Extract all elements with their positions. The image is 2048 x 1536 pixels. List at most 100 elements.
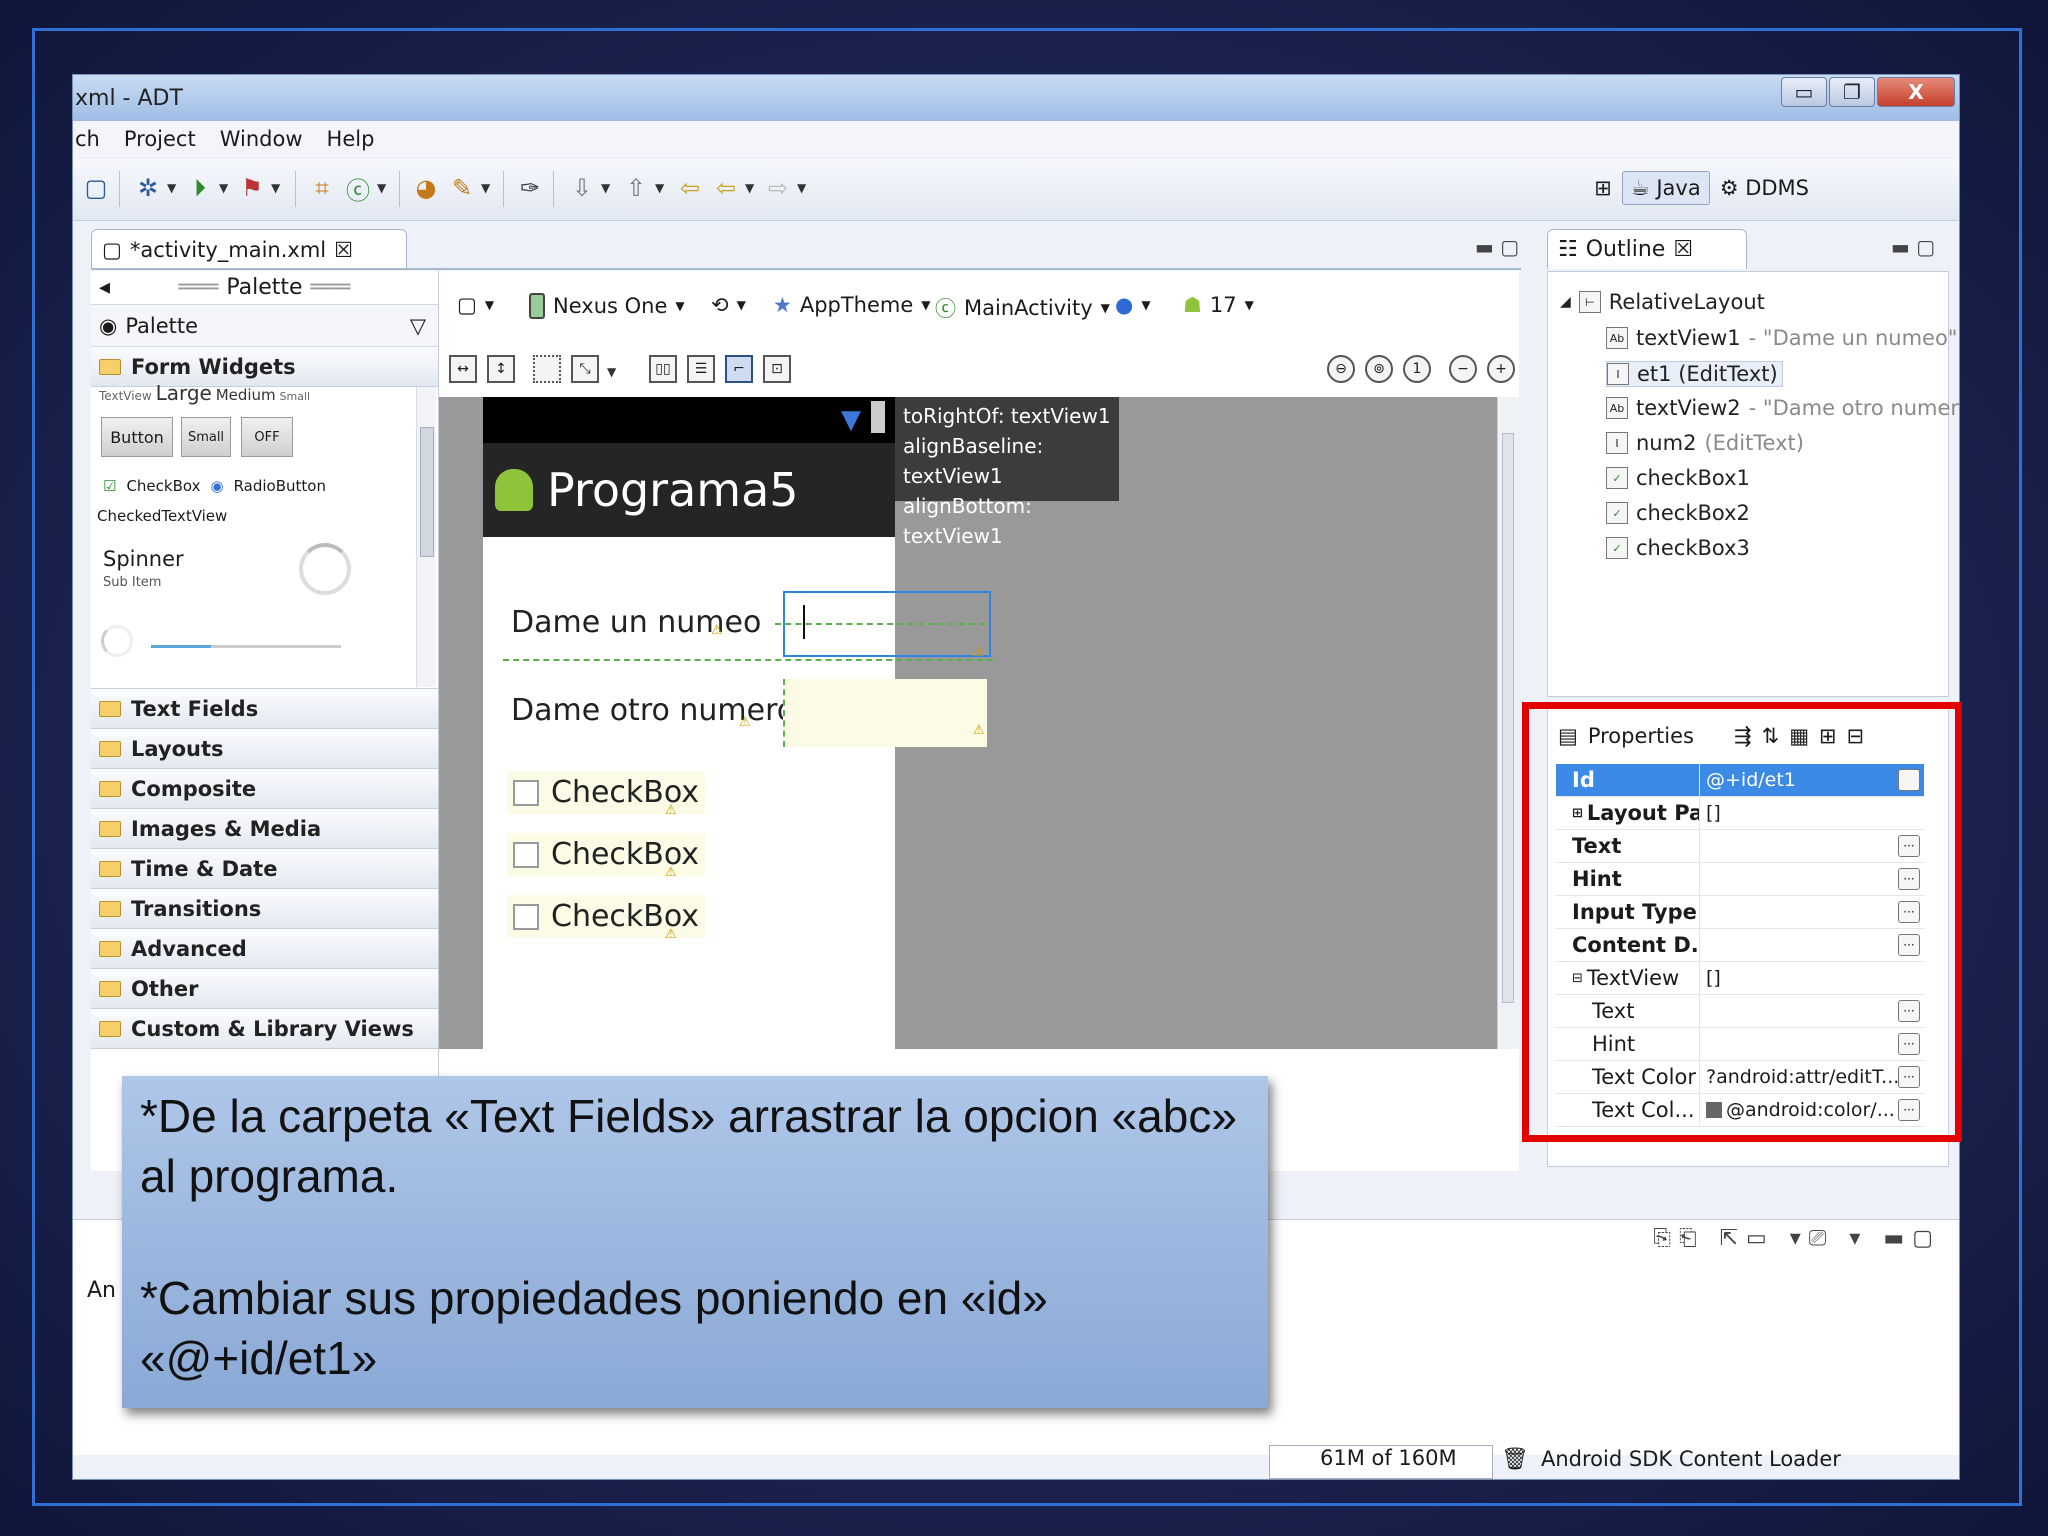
theme-dropdown[interactable]: ★ AppTheme ▼ [773, 293, 931, 317]
palette-folder-images-media[interactable]: Images & Media [91, 809, 438, 849]
preview-textview1[interactable]: Dame un numeo [511, 605, 761, 640]
canvas-scrollbar[interactable] [1497, 397, 1519, 1049]
activity-dropdown[interactable]: ⓒ MainActivity ▼ [935, 293, 1110, 323]
chevron-down-icon[interactable]: ▼ [601, 181, 610, 195]
console-toolbar-icons[interactable]: ⎘⎗ ⇱▭ ▾⎚ ▾ ▬▢ [1653, 1226, 1941, 1251]
widget-toggle-button[interactable]: OFF [241, 417, 293, 457]
outline-node-textview1[interactable]: Ab textView1 - "Dame un numeo" [1606, 326, 1957, 350]
api-level-dropdown[interactable]: ☗ 17 ▼ [1183, 293, 1254, 317]
distribute-horizontal-icon[interactable]: ▯▯ [649, 355, 677, 383]
fill-width-icon[interactable]: ↔ [449, 355, 477, 383]
chevron-down-icon[interactable]: ▼ [797, 181, 806, 195]
memory-indicator[interactable]: 61M of 160M [1269, 1445, 1493, 1479]
editor-tab-activity-main[interactable]: ▢ *activity_main.xml ☒ [91, 229, 407, 269]
chevron-down-icon[interactable]: ▼ [745, 181, 754, 195]
debug-icon[interactable]: ✲ [133, 173, 163, 203]
canvas-scroll-thumb[interactable] [1502, 433, 1514, 1003]
outline-node-checkbox2[interactable]: ✓ checkBox2 [1606, 501, 1750, 525]
outline-node-textview2[interactable]: Ab textView2 - "Dame otro numero" [1606, 396, 1959, 420]
menu-window[interactable]: Window [220, 127, 303, 151]
zoom-real-icon[interactable]: ⊚ [1365, 355, 1393, 383]
chevron-down-icon[interactable]: ▼ [655, 181, 664, 195]
minimize-button[interactable]: ▭ [1781, 77, 1827, 107]
zoom-fit-icon[interactable]: ⊖ [1327, 355, 1355, 383]
preview-edittext-num2[interactable] [783, 679, 987, 747]
chevron-down-icon[interactable]: ▼ [607, 365, 616, 379]
outline-node-checkbox1[interactable]: ✓ checkBox1 [1606, 466, 1750, 490]
chevron-down-icon[interactable]: ▽ [410, 314, 426, 338]
distribute-vertical-icon[interactable]: ☰ [687, 355, 715, 383]
config-file-dropdown[interactable]: ▢ ▼ [457, 293, 494, 317]
fill-height-icon[interactable]: ↕ [487, 355, 515, 383]
perspective-java[interactable]: ☕ Java [1621, 171, 1710, 205]
outline-node-root[interactable]: ◢ ⊢ RelativeLayout [1560, 290, 1765, 314]
outline-node-et1[interactable]: Iet1 (EditText) [1606, 361, 1783, 387]
widget-button[interactable]: Button [101, 417, 173, 457]
new-file-icon[interactable]: ▢ [81, 173, 111, 203]
close-button[interactable]: X [1877, 77, 1955, 107]
close-tab-icon[interactable]: ☒ [334, 238, 353, 262]
palette-folder-time-date[interactable]: Time & Date [91, 849, 438, 889]
outline-node-num2[interactable]: Inum2 (EditText) [1606, 431, 1804, 455]
open-type-icon[interactable]: ◕ [411, 173, 441, 203]
device-dropdown[interactable]: Nexus One ▼ [529, 293, 685, 319]
orientation-dropdown[interactable]: ⟲ ▼ [711, 293, 746, 317]
next-annotation-icon[interactable]: ⇩ [567, 173, 597, 203]
chevron-down-icon[interactable]: ▼ [481, 181, 490, 195]
locale-dropdown[interactable]: ● ▼ [1115, 293, 1151, 317]
prev-annotation-icon[interactable]: ⇧ [621, 173, 651, 203]
external-tools-icon[interactable]: ⚑ [237, 173, 267, 203]
palette-scrollbar[interactable] [416, 387, 436, 687]
widget-small-button[interactable]: Small [181, 417, 231, 457]
new-package-icon[interactable]: ⌗ [307, 173, 337, 203]
palette-folder-advanced[interactable]: Advanced [91, 929, 438, 969]
minimize-view-icon[interactable]: ▬ ▢ [1475, 235, 1519, 259]
last-edit-icon[interactable]: ⇦ [675, 173, 705, 203]
widget-checkbox-radio[interactable]: ☑ CheckBox ◉ RadioButton [103, 477, 326, 495]
chevron-down-icon[interactable]: ▼ [219, 181, 228, 195]
close-tab-icon[interactable]: ☒ [1673, 237, 1693, 262]
menu-help[interactable]: Help [327, 127, 375, 151]
menu-project[interactable]: Project [124, 127, 196, 151]
chevron-down-icon[interactable]: ▼ [271, 181, 280, 195]
console-tab-label[interactable]: An [87, 1278, 116, 1303]
palette-folder-text-fields[interactable]: Text Fields [91, 689, 438, 729]
widget-textview-sizes[interactable]: TextView Large Medium Small [99, 381, 310, 405]
outline-tab[interactable]: ☷ Outline ☒ [1547, 229, 1747, 269]
minimize-view-icon[interactable]: ▬ ▢ [1891, 235, 1935, 259]
palette-folder-transitions[interactable]: Transitions [91, 889, 438, 929]
trash-icon[interactable]: 🗑 [1501, 1447, 1529, 1472]
zoom-out-icon[interactable]: − [1449, 355, 1477, 383]
toggle-preview-icon[interactable]: ⊡ [763, 355, 791, 383]
forward-icon[interactable]: ⇨ [763, 173, 793, 203]
widget-progress-small[interactable] [101, 625, 133, 657]
back-icon[interactable]: ⇦ [711, 173, 741, 203]
select-margins-icon[interactable] [533, 355, 561, 383]
palette-folder-composite[interactable]: Composite [91, 769, 438, 809]
preview-textview2[interactable]: Dame otro numero [511, 693, 795, 728]
widget-progress-horizontal[interactable] [151, 645, 341, 648]
chevron-down-icon[interactable]: ▼ [377, 181, 386, 195]
zoom-in-icon[interactable]: + [1487, 355, 1515, 383]
maximize-button[interactable]: ❐ [1829, 77, 1875, 107]
pin-icon[interactable]: ✑ [515, 173, 545, 203]
run-icon[interactable]: ⏵ [185, 173, 215, 203]
widget-spinner[interactable]: Spinner [103, 547, 184, 571]
palette-folder-other[interactable]: Other [91, 969, 438, 1009]
open-perspective-icon[interactable]: ⊞ [1594, 176, 1612, 200]
collapse-arrow-icon[interactable]: ◂ [99, 275, 110, 300]
widget-progress-large[interactable] [299, 543, 351, 595]
search-icon[interactable]: ✎ [447, 173, 477, 203]
perspective-ddms[interactable]: ⚙ DDMS [1720, 176, 1809, 200]
palette-scroll-thumb[interactable] [420, 427, 434, 557]
palette-folder-layouts[interactable]: Layouts [91, 729, 438, 769]
outline-node-checkbox3[interactable]: ✓ checkBox3 [1606, 536, 1750, 560]
toggle-snap-icon[interactable]: ⌐ [725, 355, 753, 383]
palette-selector[interactable]: ◉ Palette ▽ [91, 305, 438, 347]
menu-search[interactable]: ch [75, 127, 100, 151]
design-canvas[interactable]: ▼ Programa5 Dame un numeo Dame otro nume… [439, 397, 1519, 1049]
gravity-icon[interactable]: ⤡ [571, 355, 599, 383]
zoom-100-icon[interactable]: 1 [1403, 355, 1431, 383]
widget-checkedtextview[interactable]: CheckedTextView [97, 507, 227, 525]
chevron-down-icon[interactable]: ▼ [167, 181, 176, 195]
